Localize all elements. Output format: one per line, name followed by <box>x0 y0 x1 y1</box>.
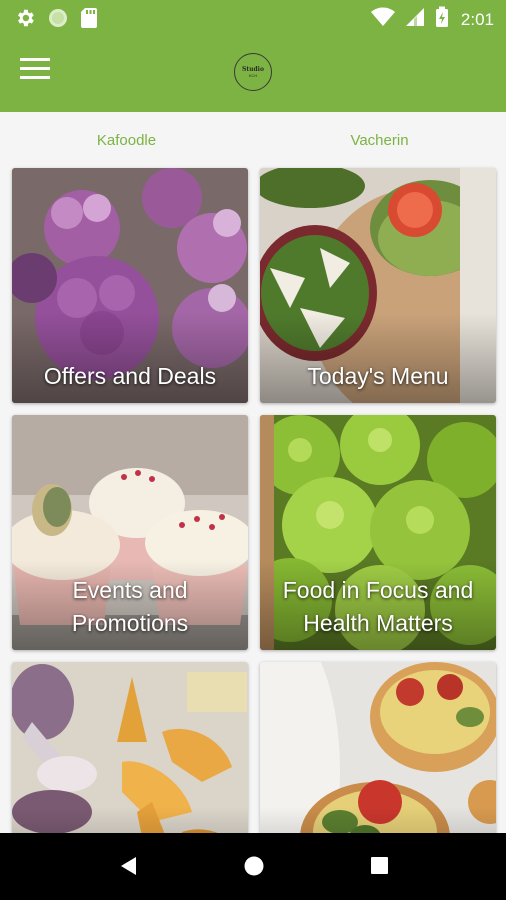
tile-todays-menu[interactable]: Today's Menu <box>260 168 496 403</box>
logo-text: Studio <box>242 66 264 73</box>
sd-card-icon <box>80 7 98 34</box>
venue-tab-vacherin[interactable]: Vacherin <box>253 132 506 149</box>
tile-events-and-promotions[interactable]: Events and Promotions <box>12 415 248 650</box>
tile-offers-and-deals[interactable]: Offers and Deals <box>12 168 248 403</box>
system-nav-bar <box>0 833 506 900</box>
battery-charging-icon <box>435 6 449 33</box>
tile-label: Today's Menu <box>307 363 449 389</box>
logo-subtext: KCH <box>248 73 258 78</box>
venue-selector: Kafoodle Vacherin <box>0 112 506 168</box>
home-icon[interactable] <box>243 855 265 882</box>
tile-label: Events and Promotions <box>71 577 189 636</box>
signal-icon <box>405 7 425 32</box>
hamburger-menu-icon[interactable] <box>20 58 60 90</box>
tile-food-in-focus[interactable]: Food in Focus and Health Matters <box>260 415 496 650</box>
brand-logo[interactable]: Studio KCH <box>234 53 272 91</box>
status-bar: 2:01 <box>0 0 506 36</box>
app-bar: Studio KCH <box>0 36 506 112</box>
circle-icon <box>48 8 68 33</box>
tile-label: Food in Focus and Health Matters <box>282 577 474 636</box>
back-icon[interactable] <box>118 855 138 882</box>
venue-tab-kafoodle[interactable]: Kafoodle <box>0 132 253 149</box>
tile-label: Offers and Deals <box>43 363 217 389</box>
clock: 2:01 <box>460 9 494 29</box>
app-screen: 2:01 Studio KCH Kafoodle Vacherin Offers… <box>0 0 506 900</box>
settings-icon <box>14 7 36 34</box>
recents-icon[interactable] <box>370 856 389 880</box>
wifi-icon <box>370 7 395 32</box>
